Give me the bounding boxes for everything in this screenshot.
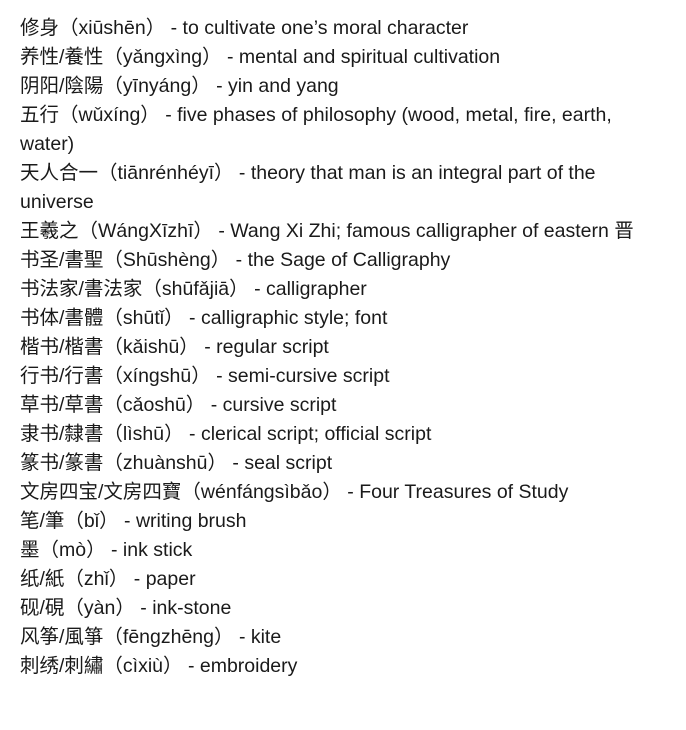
entry-definition: - semi-cursive script xyxy=(216,365,390,387)
entry-definition: - embroidery xyxy=(187,655,298,677)
entry-term: 天人合一（tiānrénhéyī） xyxy=(20,162,234,184)
entry-term: 五行（wǔxíng） xyxy=(20,104,160,126)
entry-definition: - Wang Xi Zhi; famous calligrapher of ea… xyxy=(218,220,634,242)
entry-definition: - regular script xyxy=(204,336,329,358)
glossary-entry: 养性/養性（yǎngxìng） - mental and spiritual c… xyxy=(20,43,670,72)
entry-definition: - ink stick xyxy=(111,539,193,561)
entry-term: 墨（mò） xyxy=(20,539,106,561)
entry-term: 养性/養性（yǎngxìng） xyxy=(20,46,222,68)
entry-definition: - paper xyxy=(133,568,196,590)
glossary-entry: 纸/紙（zhǐ） - paper xyxy=(20,565,670,594)
glossary-entry: 砚/硯（yàn） - ink-stone xyxy=(20,594,670,623)
glossary-entry: 风筝/風箏（fēngzhēng） - kite xyxy=(20,623,670,652)
glossary-entry: 阴阳/陰陽（yīnyáng） - yin and yang xyxy=(20,72,670,101)
entry-definition: - the Sage of Calligraphy xyxy=(235,249,451,271)
entry-definition: - yin and yang xyxy=(216,75,339,97)
entry-term: 行书/行書（xíngshū） xyxy=(20,365,211,387)
entry-definition: - kite xyxy=(238,626,282,648)
entry-term: 文房四宝/文房四寶（wénfángsìbǎo） xyxy=(20,481,342,503)
entry-term: 纸/紙（zhǐ） xyxy=(20,568,129,590)
glossary-entry: 行书/行書（xíngshū） - semi-cursive script xyxy=(20,362,670,391)
glossary-entry: 草书/草書（cǎoshū） - cursive script xyxy=(20,391,670,420)
glossary-entry: 王羲之（WángXīzhī） - Wang Xi Zhi; famous cal… xyxy=(20,217,670,246)
glossary-entry: 修身（xiūshēn） - to cultivate one’s moral c… xyxy=(20,14,670,43)
glossary-entry: 书法家/書法家（shūfǎjiā） - calligrapher xyxy=(20,275,670,304)
glossary-entry: 墨（mò） - ink stick xyxy=(20,536,670,565)
entry-definition: - seal script xyxy=(232,452,333,474)
entry-definition: - to cultivate one’s moral character xyxy=(170,17,469,39)
glossary-entry: 书体/書體（shūtǐ） - calligraphic style; font xyxy=(20,304,670,333)
entry-definition: - clerical script; official script xyxy=(189,423,432,445)
glossary-entry: 隶书/隸書（lìshū） - clerical script; official… xyxy=(20,420,670,449)
entry-term: 阴阳/陰陽（yīnyáng） xyxy=(20,75,211,97)
glossary-entry: 书圣/書聖（Shūshèng） - the Sage of Calligraph… xyxy=(20,246,670,275)
entry-definition: - calligrapher xyxy=(254,278,367,300)
glossary-entry: 刺绣/刺繡（cìxiù） - embroidery xyxy=(20,652,670,681)
entry-definition: - calligraphic style; font xyxy=(189,307,388,329)
glossary-entry: 文房四宝/文房四寶（wénfángsìbǎo） - Four Treasures… xyxy=(20,478,670,507)
entry-definition: - cursive script xyxy=(210,394,337,416)
entry-term: 笔/筆（bǐ） xyxy=(20,510,119,532)
glossary-entry: 五行（wǔxíng） - five phases of philosophy (… xyxy=(20,101,670,159)
entry-term: 篆书/篆書（zhuànshū） xyxy=(20,452,227,474)
entry-term: 砚/硯（yàn） xyxy=(20,597,135,619)
entry-term: 刺绣/刺繡（cìxiù） xyxy=(20,655,183,677)
glossary-entry: 笔/筆（bǐ） - writing brush xyxy=(20,507,670,536)
entry-term: 草书/草書（cǎoshū） xyxy=(20,394,206,416)
entry-definition: - mental and spiritual cultivation xyxy=(226,46,501,68)
entry-definition: - Four Treasures of Study xyxy=(347,481,569,503)
entry-definition: - writing brush xyxy=(124,510,247,532)
glossary-entry: 篆书/篆書（zhuànshū） - seal script xyxy=(20,449,670,478)
glossary-entry: 楷书/楷書（kǎishū） - regular script xyxy=(20,333,670,362)
entry-term: 书法家/書法家（shūfǎjiā） xyxy=(20,278,249,300)
entry-term: 修身（xiūshēn） xyxy=(20,17,166,39)
entry-term: 书体/書體（shūtǐ） xyxy=(20,307,184,329)
glossary-entry: 天人合一（tiānrénhéyī） - theory that man is a… xyxy=(20,159,670,217)
entry-term: 风筝/風箏（fēngzhēng） xyxy=(20,626,234,648)
entry-definition: - ink-stone xyxy=(140,597,232,619)
entry-term: 王羲之（WángXīzhī） xyxy=(20,220,213,242)
entry-term: 隶书/隸書（lìshū） xyxy=(20,423,184,445)
entry-term: 书圣/書聖（Shūshèng） xyxy=(20,249,231,271)
glossary-list: 修身（xiūshēn） - to cultivate one’s moral c… xyxy=(20,14,670,681)
entry-term: 楷书/楷書（kǎishū） xyxy=(20,336,199,358)
